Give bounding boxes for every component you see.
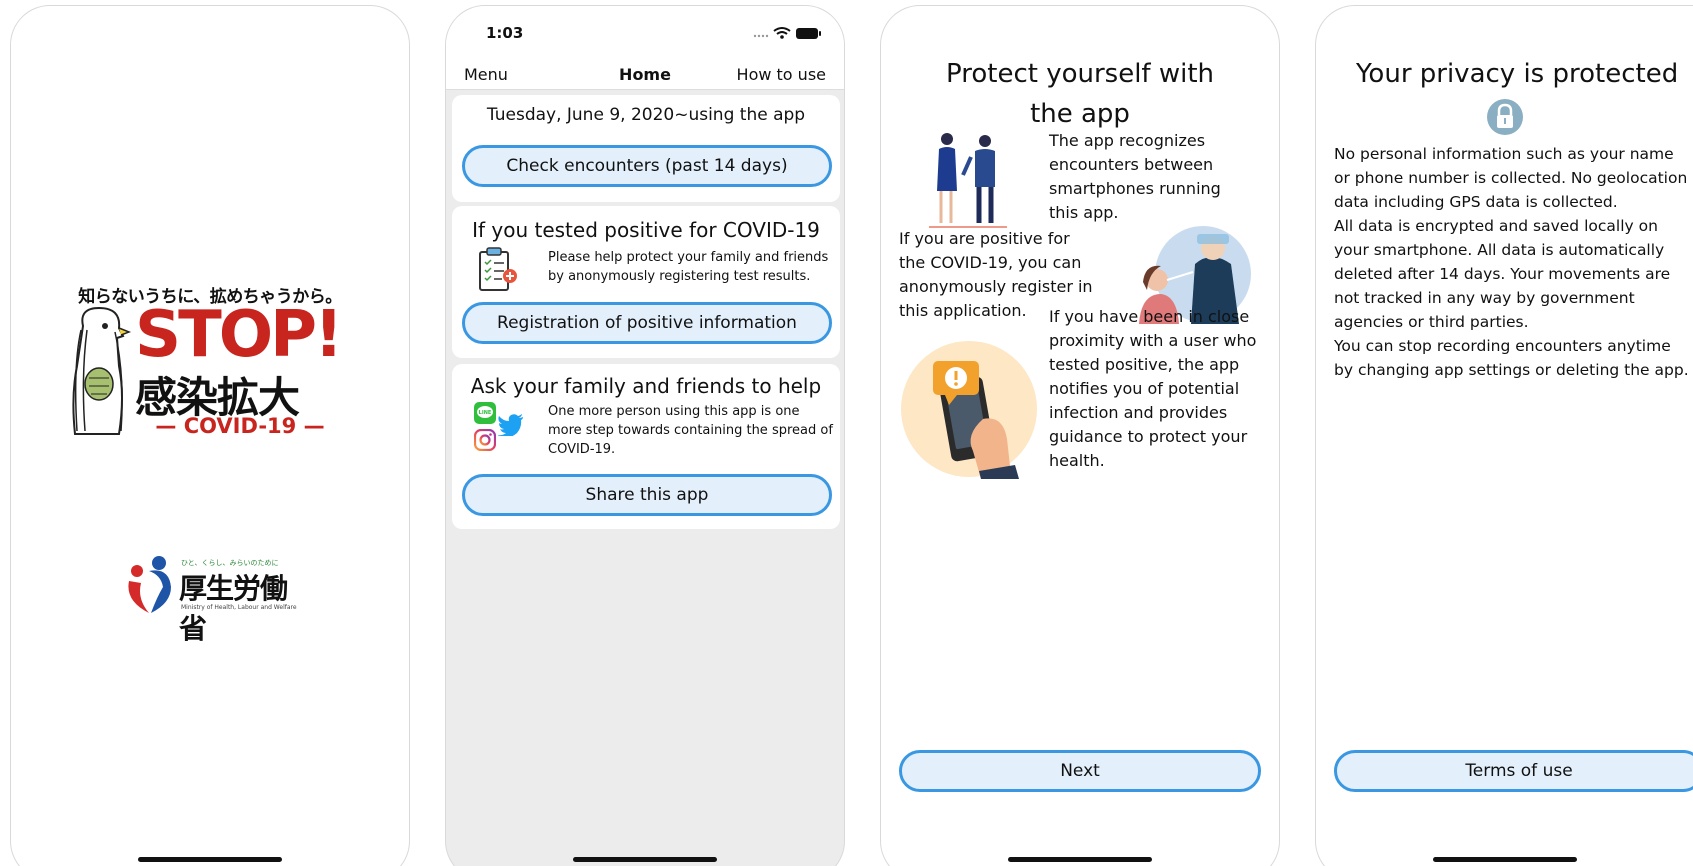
ministry-heart-icon xyxy=(128,556,171,613)
privacy-screen: Your privacy is protected No personal in… xyxy=(1315,5,1693,866)
status-time: 1:03 xyxy=(486,24,524,42)
instagram-icon[interactable] xyxy=(474,429,496,451)
home-screen: 1:03 Menu Home How to use Tuesday, June … xyxy=(445,5,845,866)
amabie-illustration xyxy=(72,306,132,435)
top-bar: 1:03 Menu Home How to use xyxy=(446,6,844,90)
ministry-english-name: Ministry of Health, Labour and Welfare xyxy=(181,604,297,611)
line-icon[interactable]: LINE xyxy=(474,402,496,424)
home-indicator[interactable] xyxy=(573,857,717,862)
terms-of-use-button[interactable]: Terms of use xyxy=(1334,750,1693,792)
splash-screen: 知らないうちに、拡めちゃうから。 STOP! 感染拡大 — COVID-19 —… xyxy=(10,5,410,866)
twitter-icon[interactable] xyxy=(498,414,524,436)
line-icon-label: LINE xyxy=(479,410,492,416)
home-indicator[interactable] xyxy=(1008,857,1152,862)
usage-card: Tuesday, June 9, 2020~using the app Chec… xyxy=(452,95,840,202)
wifi-icon xyxy=(773,27,791,39)
privacy-paragraph-1: No personal information such as your nam… xyxy=(1334,145,1688,211)
stop-wordmark: STOP! xyxy=(135,298,343,372)
share-description: One more person using this app is one mo… xyxy=(548,404,833,457)
onboarding-paragraph-3: If you have been in close proximity with… xyxy=(1049,307,1257,470)
home-indicator[interactable] xyxy=(138,857,282,862)
onboarding-title: Protect yourself with the app xyxy=(946,59,1214,129)
check-encounters-button[interactable]: Check encounters (past 14 days) xyxy=(462,145,832,187)
onboarding-paragraph-1: The app recognizes encounters between sm… xyxy=(1049,131,1221,222)
next-button[interactable]: Next xyxy=(899,750,1261,792)
lock-icon xyxy=(1487,99,1523,135)
clipboard-icon xyxy=(479,247,517,291)
covid-wordmark: — COVID-19 — xyxy=(155,414,325,438)
onboarding-screen: Protect yourself with the app The app re… xyxy=(880,5,1280,866)
battery-icon xyxy=(796,28,821,39)
home-indicator[interactable] xyxy=(1432,857,1577,862)
share-title: Ask your family and friends to help xyxy=(470,374,822,398)
positive-title: If you tested positive for COVID-19 xyxy=(472,218,820,242)
privacy-paragraph-2: All data is encrypted and saved locally … xyxy=(1334,217,1671,331)
status-icons xyxy=(753,27,821,39)
signal-icon xyxy=(753,34,769,38)
phone-alert-illustration xyxy=(901,341,1037,479)
two-people-illustration xyxy=(929,133,1007,228)
privacy-paragraph-3: You can stop recording encounters anytim… xyxy=(1334,337,1689,379)
share-card: Ask your family and friends to help LINE… xyxy=(452,364,840,529)
register-positive-button[interactable]: Registration of positive information xyxy=(462,302,832,344)
share-app-button[interactable]: Share this app xyxy=(462,474,832,516)
positive-description: Please help protect your family and frie… xyxy=(548,250,829,284)
positive-card: If you tested positive for COVID-19 Plea… xyxy=(452,206,840,358)
privacy-title: Your privacy is protected xyxy=(1356,59,1679,89)
how-to-use-button[interactable]: How to use xyxy=(737,65,826,84)
privacy-body: No personal information such as your nam… xyxy=(1334,142,1693,382)
ministry-logo: ひと、くらし、みらいのために 厚生労働省 Ministry of Health,… xyxy=(123,551,313,645)
usage-date-line: Tuesday, June 9, 2020~using the app xyxy=(486,105,806,125)
stop-covid-logo: STOP! 感染拡大 — COVID-19 — xyxy=(69,298,359,446)
